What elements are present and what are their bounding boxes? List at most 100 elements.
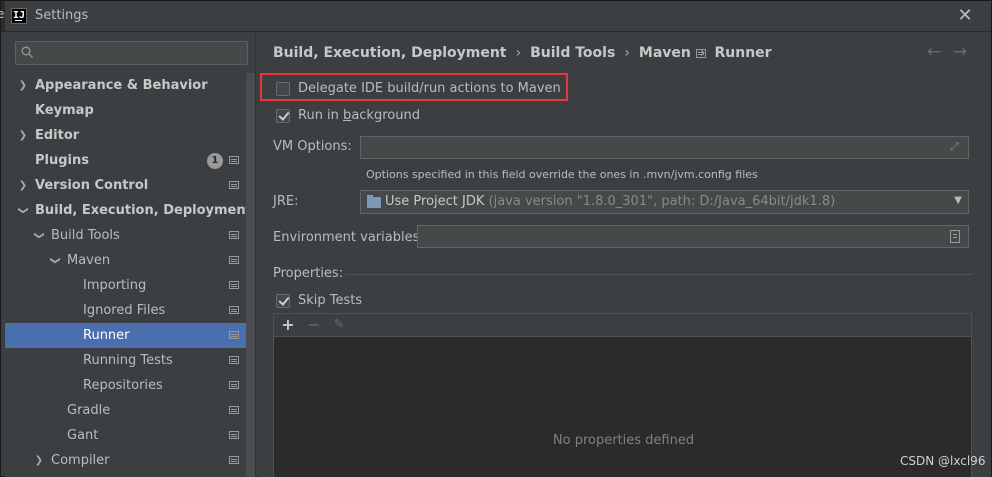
chevron-right-icon: ❯ <box>18 130 28 141</box>
project-level-icon <box>229 381 239 389</box>
sidebar-item-version-control[interactable]: ❯ Version Control <box>5 173 245 198</box>
project-level-icon <box>229 231 239 239</box>
run-in-background-text-rest: ackground <box>351 108 420 123</box>
env-vars-label: Environment variables: <box>273 230 424 245</box>
chevron-down-icon: ❯ <box>33 231 45 240</box>
vm-options-hint: Options specified in this field override… <box>366 168 758 181</box>
properties-title: Properties: <box>273 266 344 281</box>
add-icon[interactable]: + <box>278 315 298 335</box>
search-icon <box>21 46 33 58</box>
chevron-down-icon: ❯ <box>17 206 29 215</box>
title-bar: e IJ Settings ✕ <box>0 1 991 32</box>
sidebar-item-running-tests[interactable]: Running Tests <box>5 348 245 373</box>
intellij-app-icon: IJ <box>11 8 27 24</box>
back-arrow-icon[interactable]: ← <box>925 41 943 63</box>
sidebar-item-label: Keymap <box>35 103 94 118</box>
left-edge-fragment: e <box>0 1 5 31</box>
edit-icon[interactable]: ✎ <box>329 315 349 335</box>
sidebar-item-label: Appearance & Behavior <box>35 78 208 93</box>
sidebar-scrollbar[interactable] <box>246 73 255 477</box>
sidebar-item-importing[interactable]: Importing <box>5 273 245 298</box>
vm-options-field[interactable]: ⤢ <box>360 136 969 159</box>
breadcrumb-separator: › <box>515 45 522 61</box>
project-level-icon <box>229 256 239 264</box>
vm-options-label: VM Options: <box>273 139 352 154</box>
folder-icon <box>367 195 381 208</box>
chevron-down-icon: ❯ <box>49 256 61 265</box>
chevron-right-icon: ❯ <box>18 80 28 91</box>
breadcrumb-item[interactable]: Build, Execution, Deployment <box>273 45 507 61</box>
jre-selected-detail: (java version "1.8.0_301", path: D:/Java… <box>484 194 836 209</box>
chevron-right-icon: ❯ <box>18 180 28 191</box>
remove-icon[interactable]: − <box>304 315 324 335</box>
sidebar-item-label: Build Tools <box>51 228 120 243</box>
sidebar-item-compiler[interactable]: ❯ Compiler <box>5 448 245 473</box>
delegate-build-label: Delegate IDE build/run actions to Maven <box>298 81 561 96</box>
skip-tests-label: Skip Tests <box>298 293 363 308</box>
chevron-right-icon: ❯ <box>34 455 44 466</box>
sidebar-item-label: Editor <box>35 128 80 143</box>
settings-search-input[interactable] <box>40 44 240 62</box>
left-edge-text: e <box>0 7 5 21</box>
sidebar-item-label: Version Control <box>35 178 149 193</box>
window-title: Settings <box>35 8 89 23</box>
breadcrumb-item[interactable]: Build Tools <box>530 45 615 61</box>
project-level-icon <box>229 406 239 414</box>
settings-window: e IJ Settings ✕ ❯ Appearance & Behavior … <box>0 0 992 477</box>
sidebar-item-label: Importing <box>83 278 147 293</box>
sidebar-item-label: Maven <box>67 253 111 268</box>
jre-selected-value: Use Project JDK (java version "1.8.0_301… <box>385 194 835 209</box>
sidebar-item-label: Build, Execution, Deployment <box>35 203 252 218</box>
sidebar-item-gradle[interactable]: Gradle <box>5 398 245 423</box>
watermark: CSDN @lxcl96 <box>900 454 986 468</box>
jre-select[interactable]: Use Project JDK (java version "1.8.0_301… <box>360 190 969 214</box>
sidebar-item-gant[interactable]: Gant <box>5 423 245 448</box>
delegate-build-checkbox[interactable] <box>276 82 290 96</box>
project-level-icon <box>229 181 239 189</box>
forward-arrow-icon[interactable]: → <box>951 41 969 63</box>
expand-icon[interactable]: ⤢ <box>950 141 962 153</box>
skip-tests-checkbox[interactable] <box>276 294 290 308</box>
settings-search-box[interactable] <box>15 41 248 65</box>
runner-settings-panel: Build, Execution, Deployment › Build Tools… <box>257 33 991 477</box>
sidebar-item-build-execution-deployment[interactable]: ❯ Build, Execution, Deployment <box>5 198 252 223</box>
project-level-icon <box>696 49 706 58</box>
sidebar-item-plugins[interactable]: Plugins 1 <box>5 148 245 173</box>
properties-toolbar: + − ✎ <box>273 313 972 337</box>
sidebar-item-build-tools[interactable]: ❯ Build Tools <box>5 223 245 248</box>
settings-sidebar: ❯ Appearance & Behavior Keymap ❯ Editor … <box>5 33 256 477</box>
sidebar-item-runner[interactable]: Runner <box>5 323 255 348</box>
sidebar-item-keymap[interactable]: Keymap <box>5 98 245 123</box>
project-level-icon <box>229 456 239 464</box>
project-level-icon <box>229 356 239 364</box>
sidebar-item-label: Running Tests <box>83 353 173 368</box>
jre-selected-main: Use Project JDK <box>385 194 485 209</box>
run-in-background-label: Run in background <box>298 106 420 126</box>
sidebar-item-repositories[interactable]: Repositories <box>5 373 245 398</box>
breadcrumb-item[interactable]: Maven <box>639 45 691 61</box>
plugins-update-badge: 1 <box>207 153 223 169</box>
sidebar-item-maven[interactable]: ❯ Maven <box>5 248 245 273</box>
dropdown-arrow-icon: ▼ <box>954 195 962 206</box>
sidebar-item-label: Compiler <box>51 453 110 468</box>
sidebar-item-ignored-files[interactable]: Ignored Files <box>5 298 245 323</box>
project-level-icon <box>229 306 239 314</box>
project-level-icon <box>229 156 239 164</box>
properties-divider <box>345 274 973 275</box>
env-vars-field[interactable] <box>417 225 969 248</box>
jre-label: JRE: <box>273 194 299 209</box>
run-in-background-checkbox[interactable] <box>276 109 290 123</box>
sidebar-item-editor[interactable]: ❯ Editor <box>5 123 245 148</box>
sidebar-item-label: Repositories <box>83 378 163 393</box>
project-level-icon <box>229 281 239 289</box>
close-button[interactable]: ✕ <box>955 5 975 27</box>
edit-env-vars-icon[interactable] <box>950 230 960 243</box>
properties-empty-text: No properties defined <box>552 433 695 448</box>
sidebar-item-appearance-behavior[interactable]: ❯ Appearance & Behavior <box>5 73 245 98</box>
sidebar-item-label: Gant <box>67 428 99 443</box>
breadcrumb-item: Runner <box>714 45 772 61</box>
project-level-icon <box>229 331 239 339</box>
run-in-background-text: Run in <box>298 108 344 123</box>
breadcrumb-separator: › <box>624 45 630 61</box>
properties-table[interactable]: No properties defined <box>273 336 972 477</box>
